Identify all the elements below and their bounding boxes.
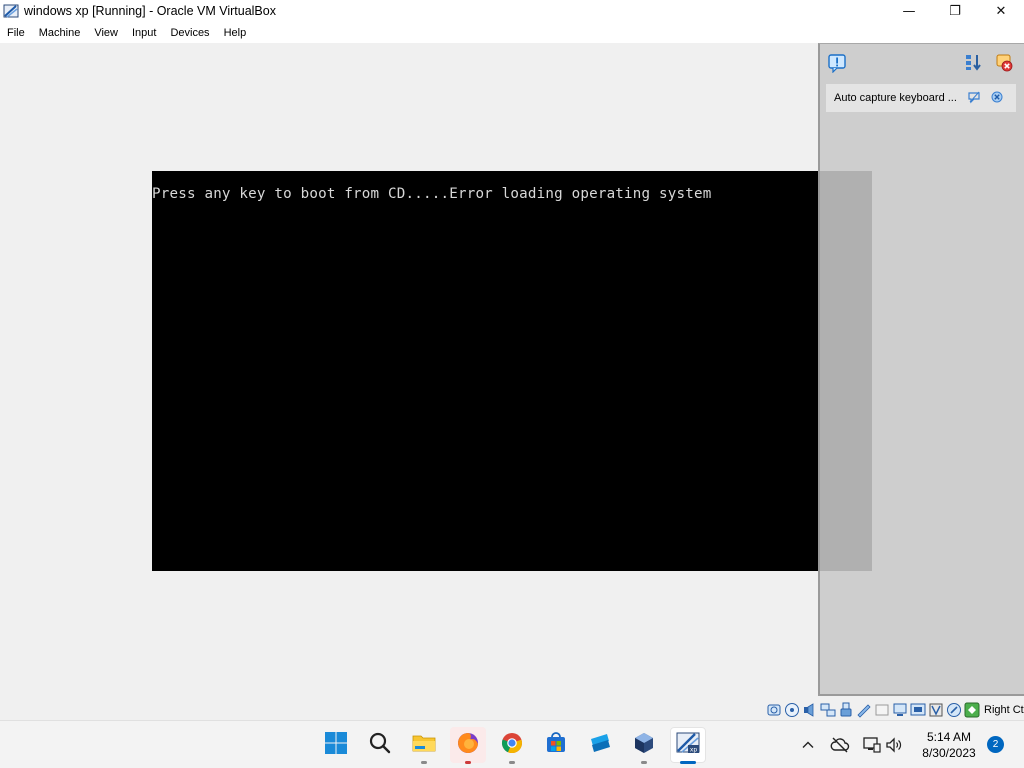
running-indicator xyxy=(641,761,647,764)
notification-panel-toolbar xyxy=(820,44,1024,82)
system-tray xyxy=(798,721,904,768)
taskbar: xp 5:14 AM 8/30/2023 2 xyxy=(0,720,1024,768)
toggle-order-icon[interactable] xyxy=(964,52,984,72)
toggle-do-not-disturb-icon[interactable] xyxy=(967,90,981,104)
clock-time: 5:14 AM xyxy=(926,730,972,744)
clock-date: 8/30/2023 xyxy=(922,746,976,760)
taskbar-chrome[interactable] xyxy=(494,727,530,764)
shared-folders-icon[interactable] xyxy=(856,702,872,718)
cloud-off-icon[interactable] xyxy=(830,735,850,755)
notification-message: Auto capture keyboard ... xyxy=(834,92,957,104)
hard-disk-icon[interactable] xyxy=(766,702,782,718)
show-hidden-icons-icon[interactable] xyxy=(798,735,818,755)
title-bar: windows xp [Running] - Oracle VM Virtual… xyxy=(0,0,1024,22)
vm-window-icon: xp xyxy=(675,730,701,761)
chrome-icon xyxy=(500,731,524,760)
close-button[interactable]: ✕ xyxy=(978,0,1024,22)
taskbar-clock[interactable]: 5:14 AM 8/30/2023 xyxy=(916,729,982,761)
boot-message: Press any key to boot from CD.....Error … xyxy=(152,186,712,202)
audio-icon[interactable] xyxy=(802,702,818,718)
volume-icon[interactable] xyxy=(884,735,904,755)
menu-machine[interactable]: Machine xyxy=(32,27,88,39)
running-indicator xyxy=(421,761,427,764)
start-icon xyxy=(324,731,348,760)
delete-all-icon[interactable] xyxy=(994,52,1014,72)
taskbar-firefox[interactable] xyxy=(450,727,486,764)
recording-icon[interactable] xyxy=(892,702,908,718)
cpu-icon[interactable] xyxy=(928,702,944,718)
notification-center-icon[interactable] xyxy=(827,53,847,73)
running-indicator xyxy=(509,761,515,764)
notification-count-badge[interactable]: 2 xyxy=(987,736,1004,753)
menu-help[interactable]: Help xyxy=(217,27,254,39)
display-icon[interactable] xyxy=(874,702,890,718)
network-icon[interactable] xyxy=(862,735,882,755)
virtualization-icon[interactable] xyxy=(910,702,926,718)
minimize-button[interactable]: — xyxy=(886,0,932,22)
usb-icon[interactable] xyxy=(838,702,854,718)
firefox-icon xyxy=(456,731,480,760)
status-indicators: Right Ctrl xyxy=(766,701,1024,718)
mouse-integration-icon[interactable] xyxy=(946,702,962,718)
file-explorer-icon xyxy=(411,731,437,760)
taskbar-vm-window[interactable]: xp xyxy=(670,727,706,764)
window-title: windows xp [Running] - Oracle VM Virtual… xyxy=(24,4,276,18)
window-controls: — ❐ ✕ xyxy=(886,0,1024,22)
search-button[interactable] xyxy=(362,727,398,763)
taskbar-file-explorer[interactable] xyxy=(406,727,442,764)
menu-bar: File Machine View Input Devices Help xyxy=(0,22,1024,43)
menu-devices[interactable]: Devices xyxy=(163,27,216,39)
optical-drive-icon[interactable] xyxy=(784,702,800,718)
running-indicator xyxy=(465,761,471,764)
virtualbox-app-icon[interactable] xyxy=(3,3,19,19)
status-bar: Right Ctrl xyxy=(0,699,1024,720)
menu-view[interactable]: View xyxy=(87,27,125,39)
dismiss-icon[interactable] xyxy=(990,90,1004,104)
taskbar-microsoft-store[interactable] xyxy=(538,727,574,763)
host-key-label[interactable]: Right Ctrl xyxy=(984,704,1024,716)
menu-input[interactable]: Input xyxy=(125,27,163,39)
maximize-button[interactable]: ❐ xyxy=(932,0,978,22)
taskbar-virtualbox[interactable] xyxy=(626,727,662,764)
start-button[interactable] xyxy=(318,727,354,763)
virtualbox-icon xyxy=(632,731,656,760)
notification-item[interactable]: Auto capture keyboard ... xyxy=(826,84,1016,112)
search-icon xyxy=(368,731,392,760)
roblox-studio-icon xyxy=(588,731,612,760)
svg-text:xp: xp xyxy=(690,746,698,753)
taskbar-roblox-studio[interactable] xyxy=(582,727,618,763)
keyboard-icon[interactable] xyxy=(964,702,980,718)
vm-screen[interactable]: Press any key to boot from CD.....Error … xyxy=(152,171,872,571)
network-icon[interactable] xyxy=(820,702,836,718)
active-indicator xyxy=(680,761,696,764)
notification-center-panel: Auto capture keyboard ... xyxy=(818,43,1024,696)
microsoft-store-icon xyxy=(544,731,568,760)
menu-file[interactable]: File xyxy=(0,27,32,39)
